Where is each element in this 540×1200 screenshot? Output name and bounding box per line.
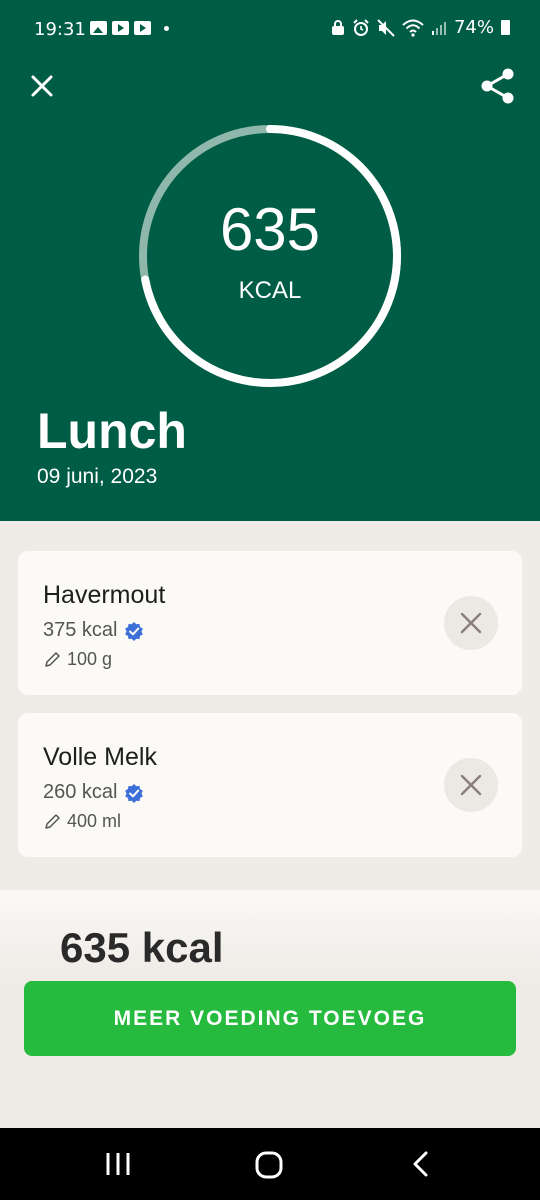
food-item-kcal-row: 260 kcal xyxy=(43,781,144,804)
meal-date: 09 juni, 2023 xyxy=(37,465,158,488)
food-item-amount: 100 g xyxy=(67,649,113,669)
calorie-ring: 635 KCAL xyxy=(137,123,403,389)
lock-icon xyxy=(331,19,344,35)
close-icon xyxy=(460,774,482,796)
system-navigation-bar xyxy=(0,1128,540,1200)
food-item-amount: 400 ml xyxy=(67,811,122,831)
food-item-name: Havermout xyxy=(43,581,166,609)
food-item-amount-row[interactable]: 100 g xyxy=(43,649,112,670)
food-item-amount-row[interactable]: 400 ml xyxy=(43,811,121,832)
notification-icons xyxy=(90,21,169,35)
more-notifications-dot-icon xyxy=(164,25,169,31)
food-item-kcal-row: 375 kcal xyxy=(43,619,144,642)
back-icon[interactable] xyxy=(408,1150,434,1178)
youtube-notification-icon xyxy=(112,21,129,35)
food-item-card[interactable]: Havermout 375 kcal 100 g xyxy=(18,551,522,695)
recent-apps-icon[interactable] xyxy=(104,1150,132,1178)
gallery-notification-icon xyxy=(90,21,107,35)
status-time: 19:31 xyxy=(34,19,86,40)
ring-kcal-value: 635 xyxy=(219,196,321,263)
youtube-notification-icon-2 xyxy=(134,21,151,35)
add-more-food-button[interactable]: MEER VOEDING TOEVOEG xyxy=(24,981,516,1056)
remove-item-button[interactable] xyxy=(444,758,498,812)
close-button[interactable] xyxy=(26,70,58,102)
total-kcal: 635 kcal xyxy=(60,924,224,971)
food-item-name: Volle Melk xyxy=(43,743,157,771)
home-icon[interactable] xyxy=(254,1150,284,1180)
alarm-icon xyxy=(353,18,369,36)
signal-icon xyxy=(431,21,446,35)
battery-icon xyxy=(501,20,510,35)
meal-title: Lunch xyxy=(37,403,187,459)
verified-icon xyxy=(124,621,143,641)
battery-percentage: 74% xyxy=(453,17,494,38)
food-item-kcal: 260 kcal xyxy=(43,781,118,803)
verified-icon xyxy=(124,783,143,803)
share-icon xyxy=(481,68,514,104)
wifi-icon xyxy=(402,19,424,37)
food-item-kcal: 375 kcal xyxy=(43,619,118,641)
status-bar: 19:31 74% xyxy=(0,0,540,60)
system-icons: 74% xyxy=(331,17,510,38)
close-icon xyxy=(31,75,53,97)
mute-icon xyxy=(377,18,395,37)
meal-summary: 635 kcal xyxy=(0,890,540,980)
meal-header: 635 KCAL Lunch 09 juni, 2023 xyxy=(0,60,540,521)
food-item-card[interactable]: Volle Melk 260 kcal 400 ml xyxy=(18,713,522,857)
share-button[interactable] xyxy=(478,66,518,106)
remove-item-button[interactable] xyxy=(444,596,498,650)
pencil-icon xyxy=(45,813,60,829)
pencil-icon xyxy=(45,651,60,667)
close-icon xyxy=(460,612,482,634)
ring-kcal-unit: KCAL xyxy=(238,277,302,304)
